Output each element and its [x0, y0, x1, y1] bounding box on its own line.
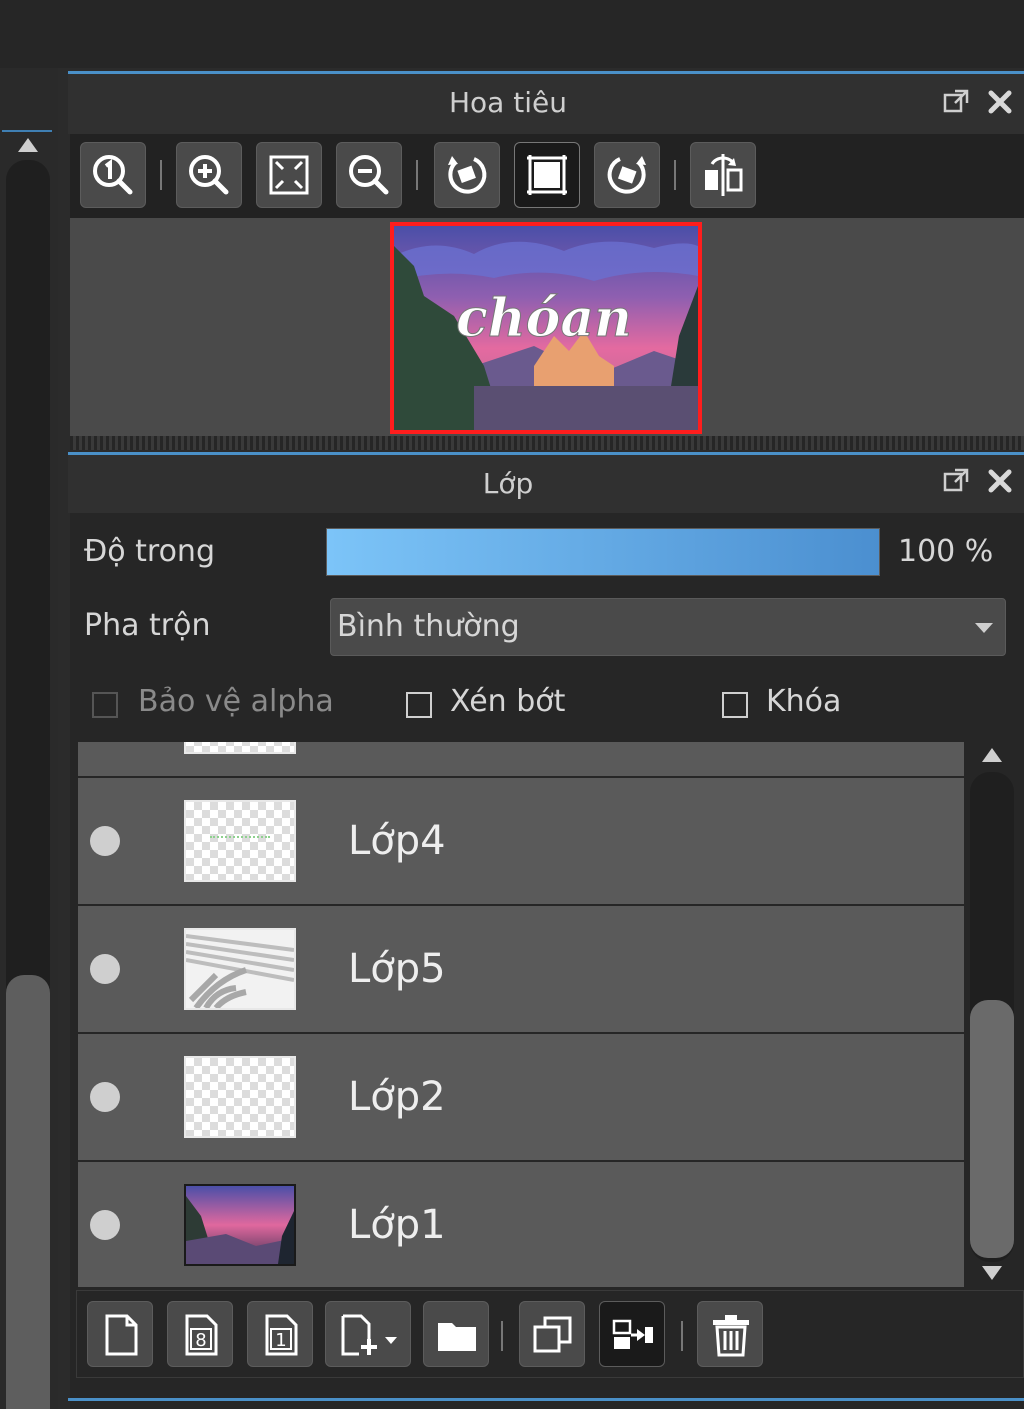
layer-name: Lớp5 — [348, 946, 446, 992]
layer-thumbnail — [184, 1184, 296, 1266]
flip-horizontal-icon — [705, 154, 743, 196]
layer-row[interactable]: Lớp2 — [78, 1034, 964, 1160]
layers-header: Lớp — [68, 455, 1024, 513]
layer-list: Lớp4 Lớp5 Lớp2 Lớp1 — [78, 742, 964, 1287]
navigator-header: Hoa tiêu — [68, 74, 1024, 134]
duplicate-icon — [533, 1316, 572, 1353]
scroll-up-button[interactable] — [982, 748, 1002, 762]
layer-name: Lớp4 — [348, 818, 446, 864]
layer-thumbnail — [184, 742, 296, 754]
layer-visibility-toggle[interactable] — [90, 1082, 120, 1112]
layers-title: Lớp — [482, 467, 534, 500]
add-layer-dropdown-icon — [341, 1314, 397, 1356]
new-folder-button[interactable] — [423, 1301, 489, 1367]
new-1bit-layer-icon: 1 — [265, 1314, 298, 1356]
new-page-icon — [105, 1314, 138, 1356]
toolbar-separator — [416, 160, 418, 190]
blend-mode-select[interactable]: Bình thường — [330, 598, 1006, 656]
popout-icon[interactable] — [942, 467, 970, 495]
merge-layer-icon — [612, 1319, 653, 1349]
trash-icon — [713, 1315, 749, 1357]
folder-icon — [438, 1323, 476, 1351]
left-scroll-up-button[interactable] — [2, 130, 52, 162]
clipping-checkbox[interactable] — [406, 692, 432, 718]
layer-name: Lớp1 — [348, 1202, 446, 1248]
layer-row-partial[interactable] — [78, 742, 964, 776]
layer-thumbnail — [184, 1056, 296, 1138]
add-layer-menu-button[interactable] — [325, 1301, 411, 1367]
leaf-shadow-thumb — [186, 934, 294, 1008]
scrollbar-thumb[interactable] — [970, 1000, 1014, 1258]
navigator-title: Hoa tiêu — [449, 86, 567, 119]
fit-screen-button[interactable] — [256, 142, 322, 208]
reset-view-button[interactable] — [514, 142, 580, 208]
new-8bit-layer-icon: 8 — [185, 1314, 218, 1356]
layer-row[interactable]: Lớp4 — [78, 778, 964, 904]
protect-alpha-checkbox[interactable] — [92, 692, 118, 718]
clipping-label: Xén bớt — [450, 684, 566, 719]
rotate-left-button[interactable] — [434, 142, 500, 208]
opacity-slider[interactable] — [326, 528, 880, 576]
navigator-toolbar — [70, 134, 1024, 218]
layer-row[interactable]: Lớp5 — [78, 906, 964, 1032]
viewport-frame[interactable] — [390, 222, 702, 434]
zoom-actual-button[interactable] — [80, 142, 146, 208]
layer-thumbnail — [184, 928, 296, 1010]
rotate-left-icon — [448, 156, 487, 194]
layer-thumbnail — [184, 800, 296, 882]
scroll-down-button[interactable] — [982, 1266, 1002, 1280]
new-8bit-layer-button[interactable]: 8 — [167, 1301, 233, 1367]
panel-resize-handle[interactable] — [70, 436, 1024, 450]
opacity-label: Độ trong — [84, 534, 215, 569]
opacity-value: 100 % — [898, 534, 994, 569]
toolbar-separator — [501, 1321, 503, 1351]
layer-row[interactable]: Lớp1 — [78, 1162, 964, 1287]
merge-down-button[interactable] — [599, 1301, 665, 1367]
svg-text:8: 8 — [195, 1330, 206, 1351]
popout-icon[interactable] — [942, 88, 970, 116]
chevron-down-icon — [975, 623, 993, 633]
layer-name: Lớp2 — [348, 1074, 446, 1120]
svg-text:1: 1 — [275, 1330, 286, 1351]
fit-screen-icon — [269, 155, 309, 195]
duplicate-layer-button[interactable] — [519, 1301, 585, 1367]
layer-list-scrollbar[interactable] — [966, 742, 1018, 1287]
sunset-thumb — [186, 1186, 294, 1264]
top-bar — [0, 0, 1024, 68]
layer-thumb-content — [210, 836, 270, 844]
protect-alpha-label: Bảo vệ alpha — [138, 684, 334, 719]
zoom-actual-icon — [93, 155, 133, 195]
toolbar-separator — [674, 160, 676, 190]
blend-mode-label: Pha trộn — [84, 608, 211, 643]
rotate-right-icon — [607, 156, 646, 194]
lock-checkbox[interactable] — [722, 692, 748, 718]
zoom-in-button[interactable] — [176, 142, 242, 208]
rotate-right-button[interactable] — [594, 142, 660, 208]
new-1bit-layer-button[interactable]: 1 — [247, 1301, 313, 1367]
zoom-out-icon — [349, 155, 389, 195]
zoom-in-icon — [189, 155, 229, 195]
panel-bottom-border — [68, 1398, 1024, 1401]
new-layer-button[interactable] — [87, 1301, 153, 1367]
lock-label: Khóa — [766, 684, 842, 719]
toolbar-separator — [681, 1321, 683, 1351]
layer-visibility-toggle[interactable] — [90, 954, 120, 984]
zoom-out-button[interactable] — [336, 142, 402, 208]
close-icon[interactable] — [986, 88, 1014, 116]
toolbar-separator — [160, 160, 162, 190]
layer-visibility-toggle[interactable] — [90, 1210, 120, 1240]
flip-horizontal-button[interactable] — [690, 142, 756, 208]
layer-actions-toolbar: 8 1 — [76, 1290, 1024, 1378]
layer-visibility-toggle[interactable] — [90, 826, 120, 856]
close-icon[interactable] — [986, 467, 1014, 495]
reset-view-icon — [527, 155, 567, 195]
blend-mode-value: Bình thường — [337, 609, 520, 644]
delete-layer-button[interactable] — [697, 1301, 763, 1367]
left-scrollbar-thumb[interactable] — [6, 975, 50, 1409]
